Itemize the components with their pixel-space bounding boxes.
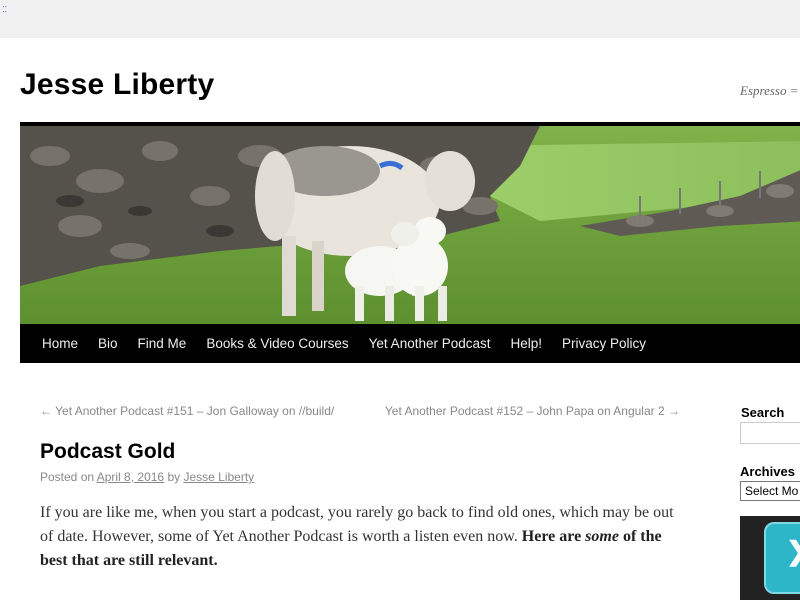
nav-item-home[interactable]: Home xyxy=(32,324,88,363)
site-title[interactable]: Jesse Liberty xyxy=(20,68,214,102)
nav-item-books-video-courses[interactable]: Books & Video Courses xyxy=(196,324,358,363)
sidebar-badge-widget[interactable]: ❯ xyxy=(740,516,800,600)
nav-item-bio[interactable]: Bio xyxy=(88,324,128,363)
main-navigation: Home Bio Find Me Books & Video Courses Y… xyxy=(20,324,800,363)
post-body: If you are like me, when you start a pod… xyxy=(40,501,690,573)
dots-icon: ⁚⁚ xyxy=(2,5,8,14)
previous-post-link[interactable]: ← Yet Another Podcast #151 – Jon Gallowa… xyxy=(40,404,334,418)
nav-item-yet-another-podcast[interactable]: Yet Another Podcast xyxy=(359,324,501,363)
chevron-right-icon: ❯ xyxy=(786,536,800,567)
bold-emphasis: some xyxy=(585,528,619,545)
archives-widget-title: Archives xyxy=(740,464,795,479)
search-widget-title: Search xyxy=(741,405,785,420)
page: Jesse Liberty Espresso = Home Bio Find M… xyxy=(0,38,800,600)
archives-select[interactable]: Select Mo xyxy=(740,481,800,501)
nav-item-find-me[interactable]: Find Me xyxy=(128,324,197,363)
next-post-link[interactable]: Yet Another Podcast #152 – John Papa on … xyxy=(385,404,680,418)
post-title: Podcast Gold xyxy=(40,440,176,463)
site-tagline: Espresso = xyxy=(740,83,799,98)
post-meta: Posted on April 8, 2016 by Jesse Liberty xyxy=(40,470,254,484)
meta-posted-on: Posted on xyxy=(40,470,95,484)
search-input[interactable] xyxy=(740,422,800,444)
header-banner-image xyxy=(20,122,800,328)
meta-by: by xyxy=(167,470,181,484)
nav-item-help[interactable]: Help! xyxy=(501,324,553,363)
post-date-link[interactable]: April 8, 2016 xyxy=(97,470,164,484)
bold-part-1: Here are xyxy=(521,528,582,545)
browser-top-strip: ⁚⁚ xyxy=(0,0,800,38)
post-author-link[interactable]: Jesse Liberty xyxy=(183,470,254,484)
nav-item-privacy-policy[interactable]: Privacy Policy xyxy=(552,324,656,363)
